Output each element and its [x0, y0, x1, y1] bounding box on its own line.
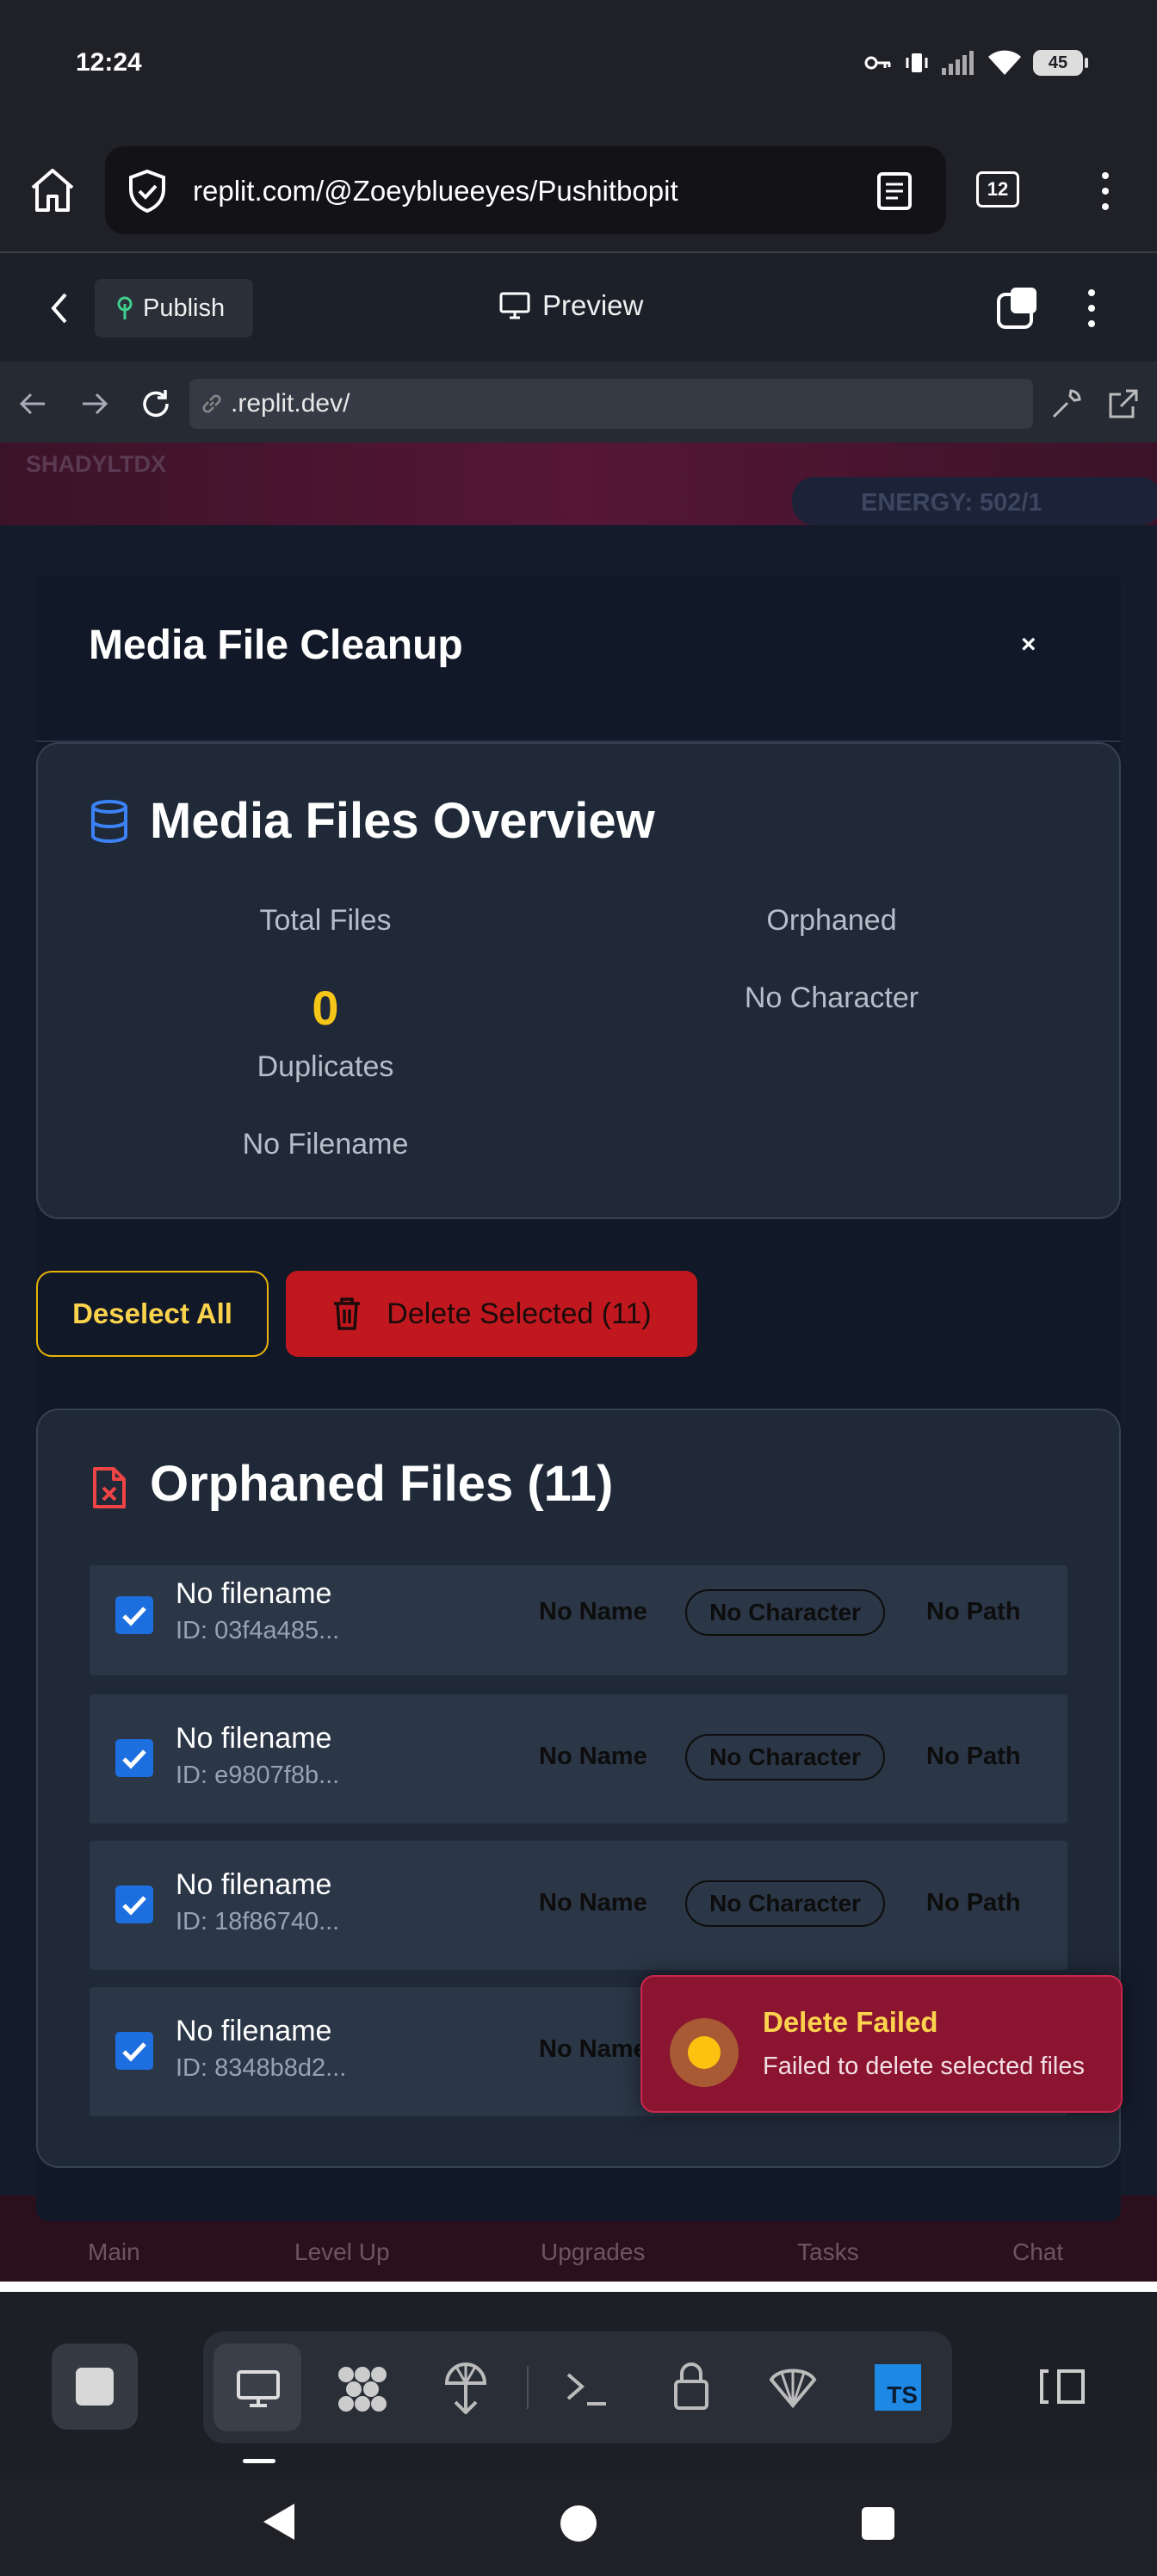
- no-filename-label: No Filename: [242, 1128, 409, 1161]
- split-view-icon[interactable]: [1036, 2366, 1088, 2407]
- deselect-all-button[interactable]: Deselect All: [36, 1271, 269, 1357]
- webview-forward-icon[interactable]: [81, 392, 108, 416]
- delete-selected-button[interactable]: Delete Selected (11): [286, 1271, 697, 1357]
- row-name: No Name: [539, 2035, 647, 2063]
- active-tool-indicator: [243, 2459, 275, 2463]
- duplicates-label: Duplicates: [257, 1050, 394, 1083]
- row-checkbox[interactable]: [115, 1739, 153, 1777]
- wifi-icon: [988, 50, 1021, 75]
- app-brand: SHADYLTDX: [26, 451, 167, 477]
- row-character-badge: No Character: [685, 1589, 885, 1636]
- secrets-lock-icon[interactable]: [673, 2361, 709, 2411]
- back-chevron-icon[interactable]: [50, 291, 69, 325]
- row-path: No Path: [926, 1889, 1021, 1917]
- stop-icon: [76, 2368, 114, 2406]
- orphaned-files-title: Orphaned Files (11): [150, 1456, 614, 1512]
- tool-divider: [527, 2366, 529, 2409]
- open-external-icon[interactable]: [1107, 387, 1140, 420]
- modal-close-button[interactable]: ×: [1021, 630, 1036, 659]
- row-id: ID: e9807f8b...: [176, 1762, 340, 1789]
- no-character-label: No Character: [744, 981, 919, 1014]
- status-bar: 12:24 45: [0, 0, 1157, 129]
- error-toast[interactable]: Delete Failed Failed to delete selected …: [640, 1975, 1123, 2113]
- devtools-wrench-icon[interactable]: [1050, 387, 1083, 420]
- toast-message: Failed to delete selected files: [763, 2053, 1085, 2080]
- overflow-menu-icon[interactable]: [1098, 170, 1112, 212]
- tab-switcher-button[interactable]: 12: [976, 171, 1019, 207]
- row-id: ID: 18f86740...: [176, 1908, 340, 1935]
- status-icons: 45: [864, 50, 1088, 76]
- webview-url-bar[interactable]: .replit.dev/: [189, 379, 1033, 429]
- row-filename: No filename: [176, 2015, 332, 2047]
- address-text[interactable]: replit.com/@Zoeyblueeyes/Pushitbopit: [193, 175, 678, 207]
- system-home-icon[interactable]: [560, 2505, 597, 2542]
- signal-icon: [942, 51, 974, 75]
- shell-tool-icon[interactable]: [565, 2369, 609, 2407]
- warning-dot-icon: [670, 2018, 739, 2087]
- row-name: No Name: [539, 1598, 647, 1625]
- nav-tasks[interactable]: Tasks: [797, 2239, 859, 2266]
- row-checkbox[interactable]: [115, 2032, 153, 2070]
- panes-icon[interactable]: [995, 286, 1040, 331]
- nav-chat[interactable]: Chat: [1012, 2239, 1063, 2266]
- row-name: No Name: [539, 1743, 647, 1770]
- row-filename: No filename: [176, 1722, 332, 1755]
- orphaned-label: Orphaned: [766, 904, 897, 937]
- status-time: 12:24: [76, 48, 142, 77]
- total-files-label: Total Files: [259, 904, 392, 937]
- overview-title: Media Files Overview: [150, 793, 655, 849]
- row-id: ID: 03f4a485...: [176, 1617, 340, 1644]
- system-back-icon[interactable]: [260, 2502, 296, 2542]
- publish-button[interactable]: Publish: [95, 279, 253, 337]
- deployments-tool-icon[interactable]: [442, 2361, 489, 2414]
- preview-label: Preview: [542, 289, 644, 321]
- database-icon: [91, 800, 127, 844]
- typescript-file-icon[interactable]: TS: [875, 2364, 921, 2411]
- publish-icon: [117, 296, 133, 319]
- shell-seashell-icon[interactable]: [768, 2362, 818, 2409]
- energy-badge: ENERGY: 502/1: [792, 477, 1157, 525]
- reload-icon[interactable]: [139, 387, 172, 420]
- home-icon[interactable]: [28, 167, 77, 214]
- row-character-badge: No Character: [685, 1880, 885, 1927]
- row-checkbox[interactable]: [115, 1596, 153, 1634]
- nav-main[interactable]: Main: [88, 2239, 140, 2266]
- row-filename: No filename: [176, 1868, 332, 1901]
- monitor-icon: [499, 292, 530, 319]
- divider: [0, 2282, 1157, 2292]
- row-id: ID: 8348b8d2...: [176, 2054, 347, 2082]
- preview-tab[interactable]: Preview: [499, 289, 643, 322]
- row-character-badge: No Character: [685, 1734, 885, 1780]
- toast-title: Delete Failed: [763, 2006, 938, 2038]
- file-row: No filename ID: 18f86740... No Name No C…: [90, 1841, 1067, 1970]
- vpn-key-icon: [864, 56, 891, 70]
- publish-label: Publish: [143, 294, 226, 322]
- webview-url-text: .replit.dev/: [231, 389, 350, 418]
- file-row: No filename ID: 03f4a485... No Name No C…: [90, 1565, 1067, 1675]
- file-row: No filename ID: e9807f8b... No Name No C…: [90, 1694, 1067, 1824]
- replit-menu-icon[interactable]: [1085, 288, 1098, 329]
- nav-upgrades[interactable]: Upgrades: [541, 2239, 645, 2266]
- file-x-icon: [93, 1467, 126, 1508]
- row-name: No Name: [539, 1889, 647, 1917]
- trash-icon: [334, 1297, 361, 1330]
- nav-level-up[interactable]: Level Up: [294, 2239, 390, 2266]
- row-filename: No filename: [176, 1577, 332, 1610]
- battery-icon: 45: [1033, 50, 1088, 76]
- row-path: No Path: [926, 1598, 1021, 1625]
- total-files-value: 0: [312, 981, 339, 1035]
- system-recents-icon[interactable]: [861, 2506, 895, 2541]
- link-icon: [202, 394, 221, 413]
- webview-back-icon[interactable]: [19, 392, 46, 416]
- vibrate-icon: [906, 53, 928, 72]
- stop-button[interactable]: [52, 2344, 138, 2430]
- modal-title: Media File Cleanup: [89, 622, 463, 668]
- reader-mode-icon[interactable]: [876, 171, 913, 211]
- row-path: No Path: [926, 1743, 1021, 1770]
- delete-selected-label: Delete Selected (11): [387, 1297, 652, 1330]
- shield-check-icon: [129, 169, 165, 214]
- preview-tool-icon: [237, 2370, 280, 2407]
- row-checkbox[interactable]: [115, 1886, 153, 1923]
- agent-tool-icon[interactable]: [336, 2364, 389, 2414]
